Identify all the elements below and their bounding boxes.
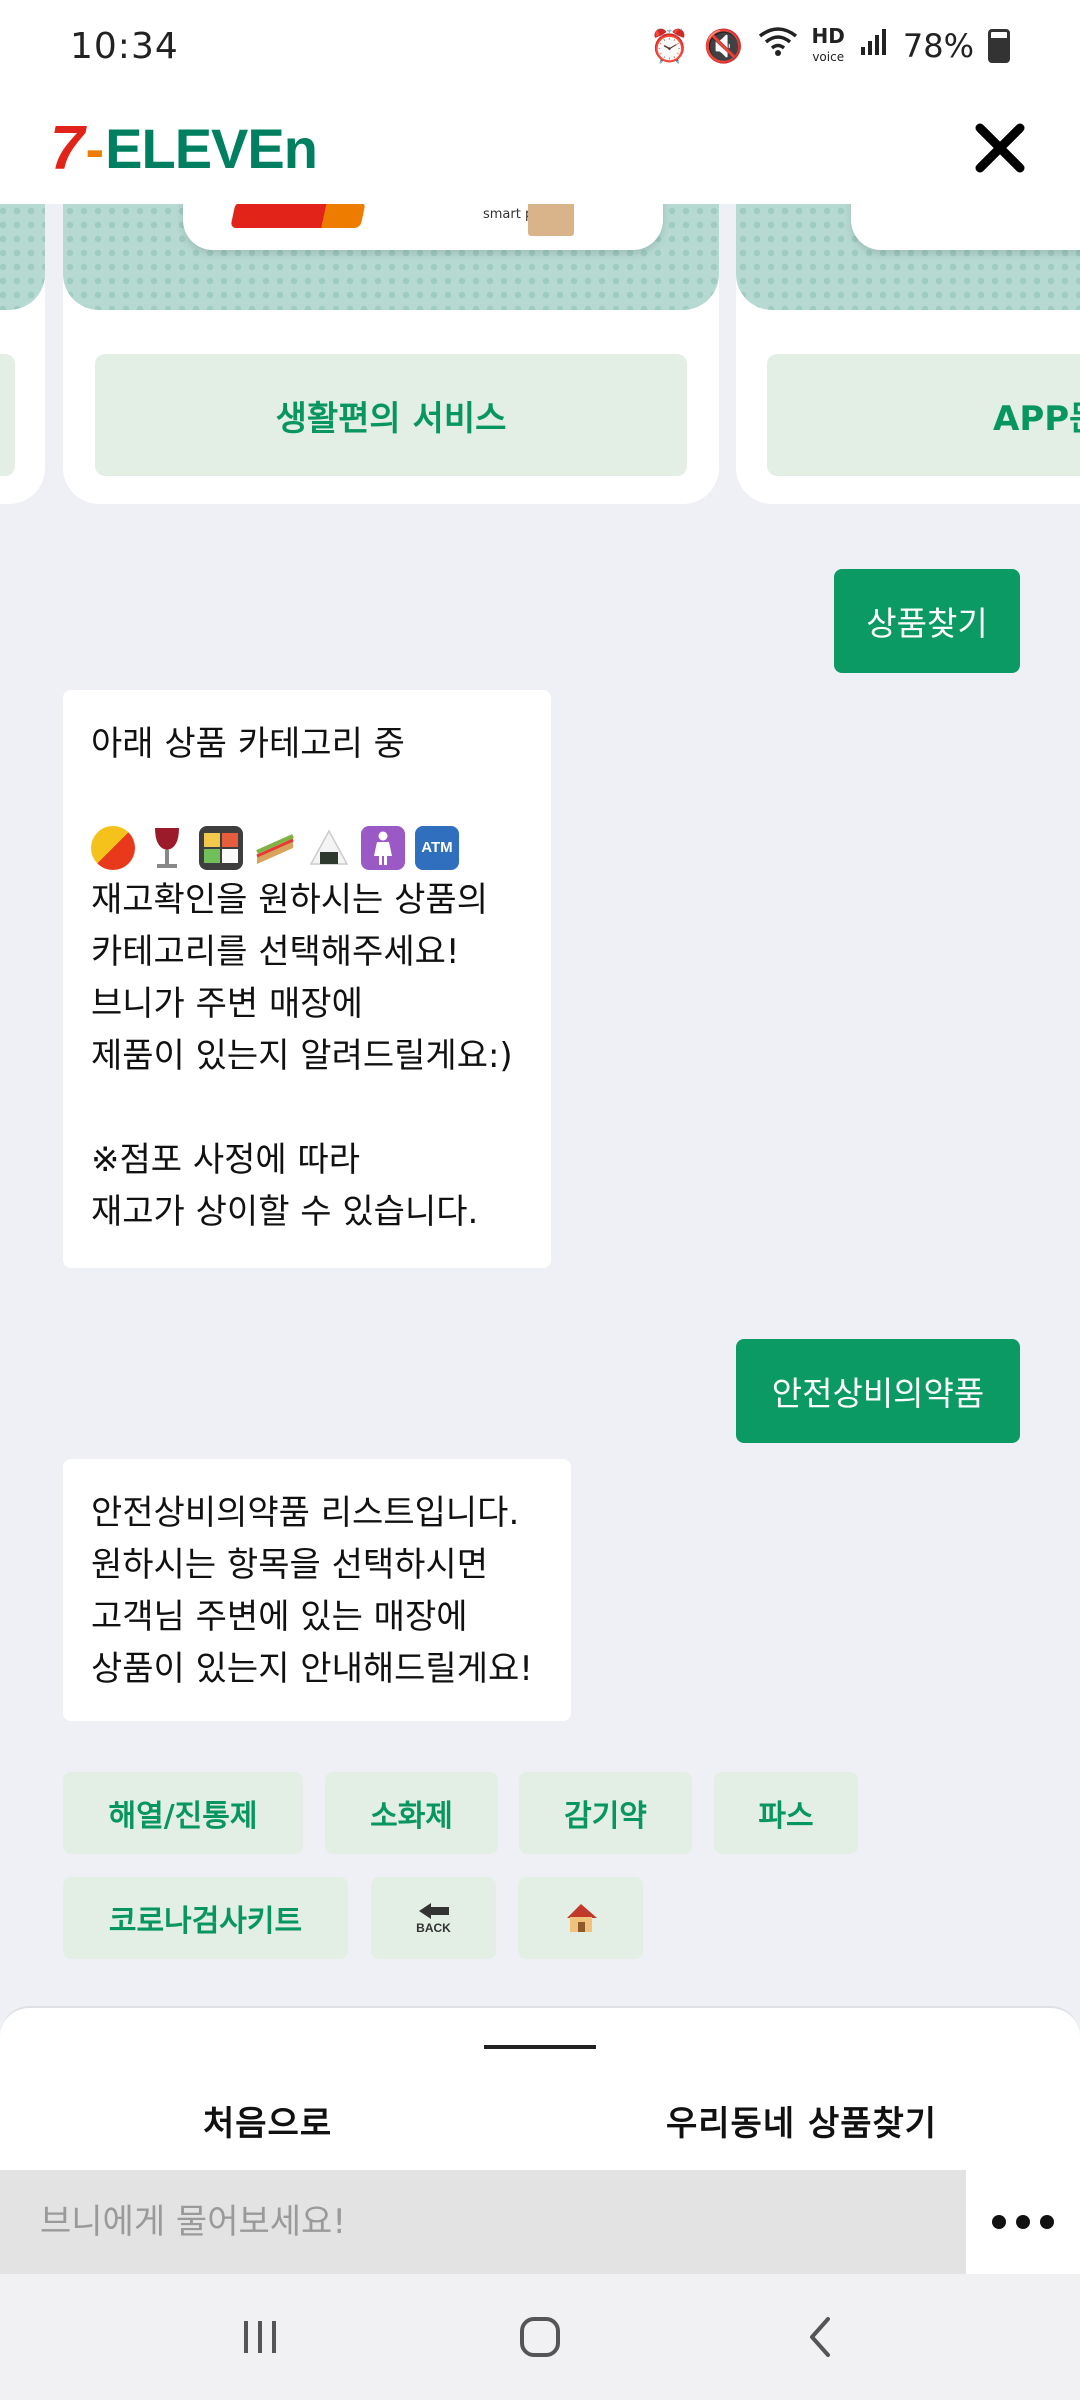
card-image: smart pick: [63, 204, 719, 310]
card-banner-image: smart pick: [183, 204, 663, 250]
bot-text: 안전상비의약품 리스트입니다.: [91, 1493, 520, 1533]
back-arrow-icon: [418, 1903, 449, 1919]
more-dot: [1040, 2215, 1054, 2229]
bot-text: 고객님 주변에 있는 매장에: [91, 1597, 468, 1637]
mute-icon: 🔇: [703, 27, 744, 65]
quick-reply-patch[interactable]: 파스: [714, 1772, 858, 1854]
back-nav-button[interactable]: [780, 2297, 860, 2377]
back-nav-icon: [810, 2317, 830, 2357]
user-message: 상품찾기: [834, 569, 1020, 673]
carousel-card-next[interactable]: APP문: [736, 204, 1080, 504]
package-icon: [528, 204, 574, 236]
bot-text: 제품이 있는지 알려드릴게요:): [91, 1036, 513, 1076]
card-button-life-service[interactable]: 생활편의 서비스: [95, 354, 687, 476]
quick-reply-fever-pain[interactable]: 해열/진통제: [63, 1772, 303, 1854]
bot-text: 카테고리를 선택해주세요!: [91, 932, 460, 972]
home-nav-icon: [520, 2317, 560, 2357]
home-nav-button[interactable]: [500, 2297, 580, 2377]
bottom-sheet: 처음으로 우리동네 상품찾기: [0, 2006, 1080, 2174]
logo-word: ELEVEn: [105, 116, 318, 180]
home-button[interactable]: [518, 1877, 643, 1959]
service-carousel[interactable]: smart pick 생활편의 서비스 APP문: [0, 204, 1080, 504]
status-icons: ⏰ 🔇 HD voice 78%: [650, 26, 1010, 66]
find-local-products-button[interactable]: 우리동네 상품찾기: [666, 2096, 937, 2145]
bento-box-icon: [199, 826, 243, 870]
voice-label: voice: [812, 49, 845, 64]
sandwich-icon: [253, 826, 297, 870]
bot-message: 안전상비의약품 리스트입니다. 원하시는 항목을 선택하시면 고객님 주변에 있…: [63, 1459, 571, 1721]
chat-input-bar: [0, 2170, 1080, 2274]
recent-apps-icon: [244, 2321, 276, 2353]
card-image: [0, 204, 45, 310]
status-time: 10:34: [70, 25, 179, 67]
quick-reply-cold-medicine[interactable]: 감기약: [519, 1772, 692, 1854]
system-nav-bar: [0, 2274, 1080, 2400]
more-dot: [1016, 2215, 1030, 2229]
rice-ball-icon: [307, 826, 351, 870]
quick-reply-covid-test-kit[interactable]: 코로나검사키트: [63, 1877, 348, 1959]
recent-apps-button[interactable]: [220, 2297, 300, 2377]
battery-percent: 78%: [902, 27, 974, 65]
bot-text: 아래 상품 카테고리 중: [91, 724, 405, 764]
banner-logo-text: [230, 204, 366, 228]
carousel-card-prev[interactable]: [0, 204, 45, 504]
status-bar: 10:34 ⏰ 🔇 HD voice 78%: [0, 0, 1080, 92]
more-dot: [992, 2215, 1006, 2229]
back-button[interactable]: BACK: [371, 1877, 496, 1959]
card-banner-image: [851, 204, 1080, 250]
logo-dash: -: [85, 116, 104, 180]
close-icon: [975, 123, 1025, 173]
seven-eleven-logo: 7 - ELEVEn: [50, 113, 318, 184]
battery-icon: [988, 29, 1010, 63]
user-message: 안전상비의약품: [736, 1339, 1020, 1443]
card-button-app[interactable]: APP문: [767, 354, 1080, 476]
house-icon: [566, 1904, 597, 1932]
wifi-icon: [758, 26, 798, 66]
bot-text: 브니가 주변 매장에: [91, 984, 363, 1024]
category-emoji-row: ATM: [91, 822, 523, 874]
carousel-card[interactable]: smart pick 생활편의 서비스: [63, 204, 719, 504]
atm-icon: ATM: [415, 826, 459, 870]
signal-icon: [859, 27, 889, 65]
bot-text: 원하시는 항목을 선택하시면: [91, 1545, 488, 1585]
hd-voice-icon: HD voice: [811, 23, 845, 66]
bot-message: 아래 상품 카테고리 중 ATM 재고확인을 원하시는 상품의 카테고리를 선택…: [63, 690, 551, 1268]
bot-text: 상품이 있는지 안내해드릴게요!: [91, 1649, 533, 1689]
bot-text: ※점포 사정에 따라: [91, 1140, 361, 1180]
hd-label: HD: [811, 23, 845, 48]
go-home-button[interactable]: 처음으로: [203, 2096, 332, 2145]
bot-text: 재고가 상이할 수 있습니다.: [91, 1192, 479, 1232]
wine-glass-icon: [145, 826, 189, 870]
bot-text: 재고확인을 원하시는 상품의: [91, 880, 488, 920]
logo-seven: 7: [50, 113, 84, 183]
close-button[interactable]: [970, 118, 1030, 178]
sheet-drag-handle[interactable]: [484, 2045, 596, 2049]
chat-input[interactable]: [0, 2170, 966, 2274]
back-label: BACK: [416, 1921, 451, 1935]
card-button-prev[interactable]: [0, 354, 15, 476]
card-image: [736, 204, 1080, 310]
woman-symbol-icon: [361, 826, 405, 870]
pill-icon: [91, 826, 135, 870]
app-header: 7 - ELEVEn: [0, 92, 1080, 204]
alarm-icon: ⏰: [649, 27, 690, 65]
quick-reply-digestive[interactable]: 소화제: [325, 1772, 498, 1854]
more-options-button[interactable]: [966, 2170, 1080, 2274]
